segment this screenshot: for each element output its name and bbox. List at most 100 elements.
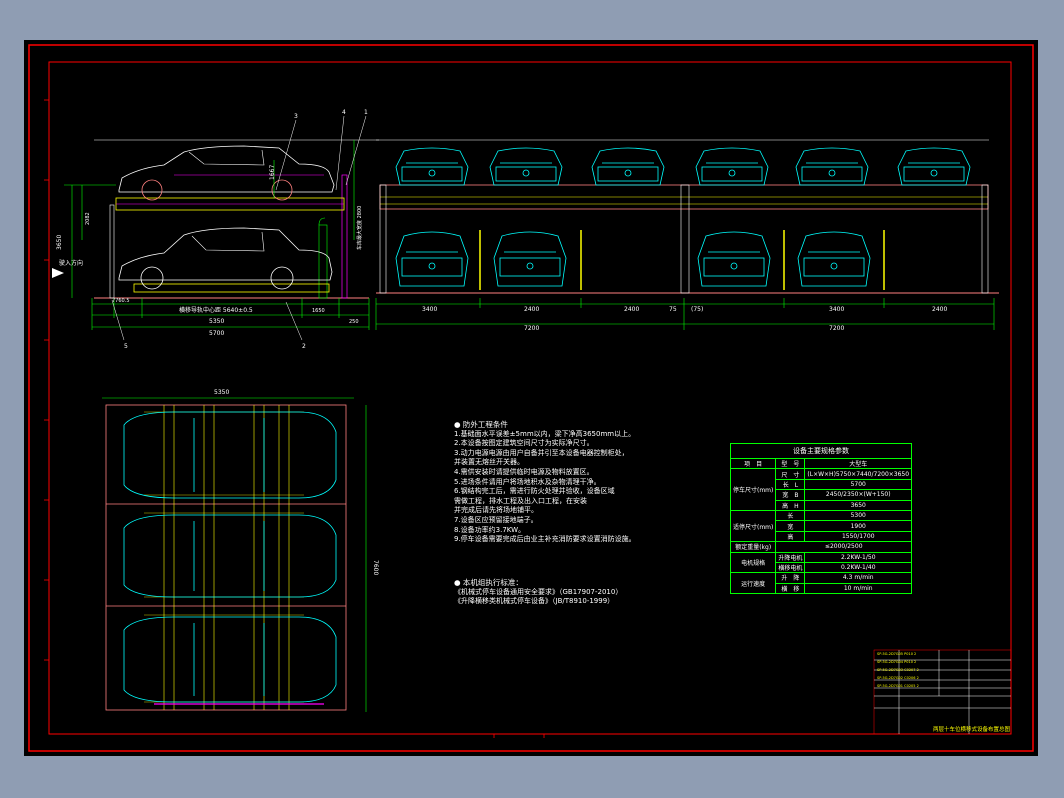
title-block-row: SP-5G-2D7G02 C0206 2 [877,676,919,680]
dim-tag-side: 车库最大宽度 2800 [356,206,363,250]
front-dim-3400b: 3400 [829,306,844,313]
spec-cell: 长 L [775,478,806,491]
note-3: 3.动力电源电源由用户自备并引至本设备电器控制柜处， [454,448,629,457]
spec-row: 运行速度升 降 4.3 m/min [729,572,913,595]
standards-heading: ● 本机组执行标准： [454,578,523,587]
title-block-row: SP-5G-2D7G04 P010 2 [877,660,917,664]
callout-5: 5 [124,343,128,350]
plan-dim-text: 5350 7600 [214,389,379,575]
front-dim-2400b: 2400 [624,306,639,313]
spec-row: 额定重量(kg) ≤2000/2500 [729,541,913,553]
spec-cell: 高 [775,530,806,543]
front-dim-mid: (75) [691,306,703,313]
plan-width: 5350 [214,389,229,396]
spec-cell: 大型车 [804,457,913,470]
front-dim-75: 75 [669,306,677,313]
spec-cell: ≤2000/2500 [775,541,913,553]
spec-row: 电机规格 升降电机 2.2KW-1/50 [729,551,913,574]
note-6: 6.钢结构完工后，需进行防火处理并验收，设备区域 [454,487,615,496]
dim-1650: 1650 [312,308,325,314]
spec-cell: 4.3 m/min [804,572,913,584]
spec-cell: 电机规格 [729,551,777,574]
dim-760: 7760.5 [112,298,130,304]
construction-notes: ● 防外工程条件 1.基础面水平误差±5mm以内，梁下净高3650mm以上。 2… [454,420,636,545]
spec-cell: 2450/2350×(W+150) [804,489,913,501]
front-total-left: 7200 [524,325,539,332]
note-6b: 需做工程，排水工程及出入口工程，在安装 [454,496,587,505]
title-block-row: SP-5G-2D7G03 C0207 2 [877,668,919,672]
spec-row: 适停尺寸(mm) 长 5300 [729,509,913,543]
front-total-right: 7200 [829,325,844,332]
spec-cell: 升降电机 [775,551,806,563]
spec-row: 停车尺寸(mm) 尺 寸 (L×W×H)5750×7440/7200×3650 [729,468,913,511]
spec-cell: 0.2KW-1/40 [804,561,913,574]
spec-cell: 运行速度 [729,572,777,595]
spec-cell: 5700 [804,478,913,491]
spec-cell: 1900 [804,520,913,532]
spec-title: 设备主要规格参数 [729,443,913,459]
cad-drawing-canvas: 3650 1667 2082 车库最大宽度 2800 7760.5 横移导轨中心… [28,44,1034,752]
callout-3: 3 [294,113,298,120]
spec-cell: 横 移 [775,582,806,595]
note-5: 5.进场条件请用户将场地积水及杂物清理干净。 [454,477,601,486]
drawing-sheet: 3650 1667 2082 车库最大宽度 2800 7760.5 横移导轨中心… [24,40,1038,756]
front-cars-lower [395,231,871,287]
spec-cell: 宽 B [775,489,806,501]
spec-cell: 升 降 [775,572,806,584]
note-3b: 并装置无熔丝开关器。 [454,458,524,467]
standard-2: 《升降横移类机械式停车设备》（JB/T8910-1999） [454,597,615,606]
front-dim-3400a: 3400 [422,306,437,313]
spec-cell: 型 号 [775,457,806,470]
spec-cell: (L×W×H)5750×7440/7200×3650 [804,468,913,480]
title-block: SP-5G-2D7G05 P010 2 SP-5G-2D7G04 P010 2 … [875,650,1012,736]
entry-direction-label: 驶入方向 [59,259,83,267]
callout-1: 1 [364,109,368,116]
note-9: 9.停车设备需要完成后由业主补充消防要求设置消防设施。 [454,535,636,544]
drawing-name: 两层十车位横移式设备布置总图 [932,727,1010,733]
spec-cell: 3650 [804,499,913,511]
callout-4: 4 [342,109,346,116]
spec-cell: 5300 [804,509,913,522]
spec-cell: 尺 寸 [775,468,806,480]
standard-1: 《机械式停车设备通用安全要求》（GB17907-2010） [454,587,623,596]
frame-ticks [44,99,545,738]
spec-cell: 2.2KW-1/50 [804,551,913,563]
spec-cell: 适停尺寸(mm) [729,509,777,543]
spec-cell: 横移电机 [775,561,806,574]
spec-cell: 宽 [775,520,806,532]
notes-heading: ● 防外工程条件 [454,420,508,429]
dim-5700: 5700 [209,330,224,337]
dim-2082: 2082 [85,212,91,225]
spec-cell: 10 m/min [804,582,913,595]
plan-side: 7600 [372,560,379,575]
note-8: 8.设备功率约3.7KW。 [454,525,526,534]
dim-5350: 5350 [209,318,224,325]
title-block-row: SP-5G-2D7G01 C0205 2 [877,684,919,688]
plan-view [102,397,367,712]
dim-3650: 3650 [56,235,63,250]
dim-1667: 1667 [269,165,276,180]
front-dim-2400a: 2400 [524,306,539,313]
front-dim-2400c: 2400 [932,306,947,313]
spec-cell: 1550/1700 [804,530,913,543]
callout-2: 2 [302,343,306,350]
dim-250: 250 [349,319,359,325]
spec-cell: 项 目 [729,457,777,470]
title-block-row: SP-5G-2D7G05 P010 2 [877,652,917,656]
spec-cell: 停车尺寸(mm) [729,468,777,511]
note-2: 2.本设备按图定建筑空间尺寸为实际净尺寸。 [454,439,594,448]
spec-cell: 高 H [775,499,806,511]
note-6c: 并完成后请先将场地铺平。 [454,506,538,515]
dim-rail: 横移导轨中心距 5640±0.5 [179,306,253,314]
standards-notes: ● 本机组执行标准： 《机械式停车设备通用安全要求》（GB17907-2010）… [454,578,622,607]
spec-table: 设备主要规格参数 项 目型 号大型车 停车尺寸(mm) 尺 寸 (L×W×H)575… [729,443,913,595]
note-7: 7.设备区应预留接地端子。 [454,515,538,524]
note-1: 1.基础面水平误差±5mm以内，梁下净高3650mm以上。 [454,429,636,438]
spec-row: 项 目型 号大型车 [729,457,913,470]
front-elevation [375,139,999,330]
front-cars-upper [395,147,971,186]
note-4: 4.需供安装时请提供临时电源及物料放置区。 [454,467,594,476]
spec-cell: 长 [775,509,806,522]
spec-cell: 额定重量(kg) [729,541,777,553]
front-dim-text: 3400 2400 75 2400 3400 2400 (75) 7200 72… [422,306,947,332]
